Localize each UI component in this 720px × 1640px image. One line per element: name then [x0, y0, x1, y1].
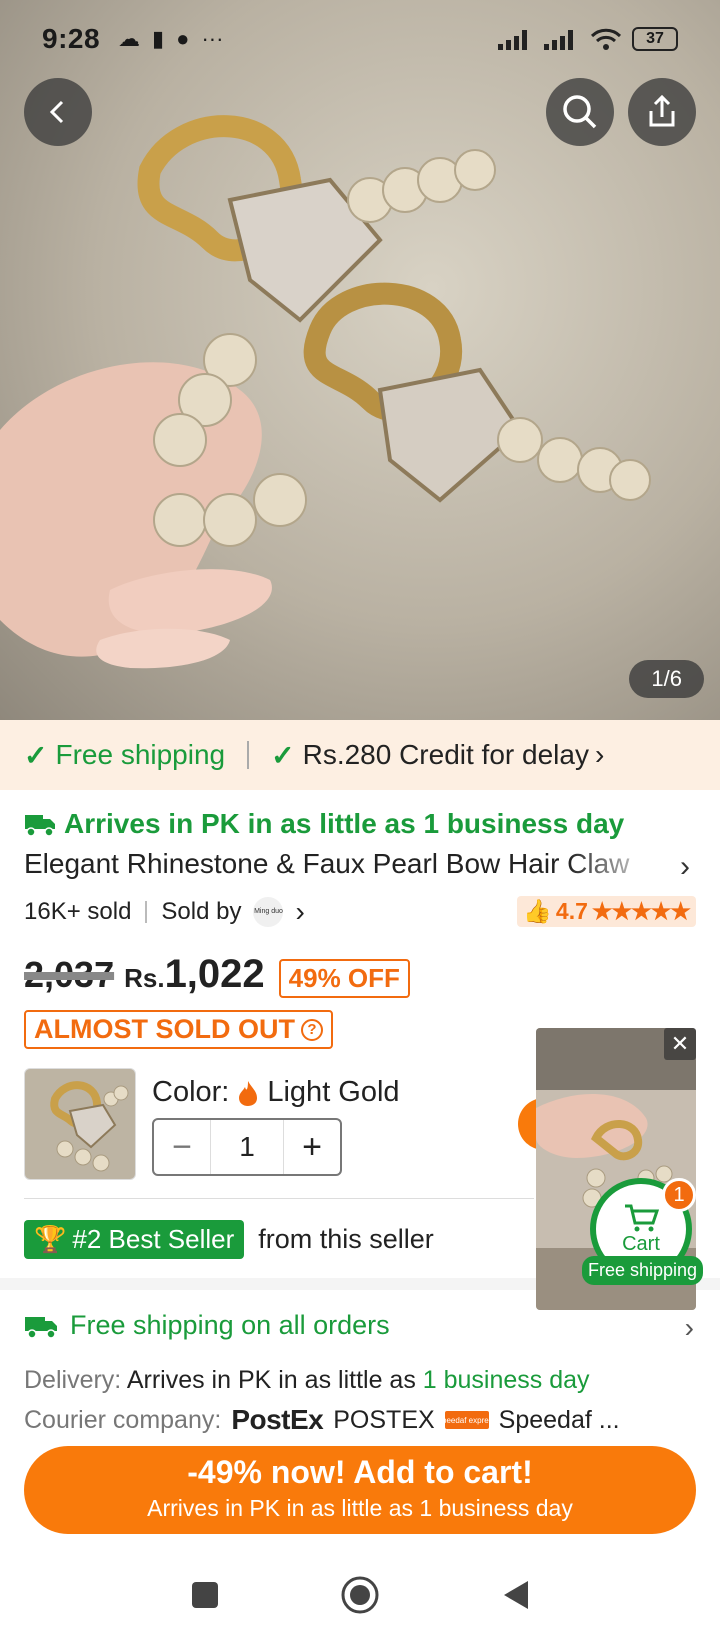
- sold-by-label: Sold by: [161, 898, 242, 925]
- sales-row: 16K+ sold Sold by Ming duo ›: [24, 896, 305, 928]
- flame-icon: [239, 1080, 258, 1106]
- quantity-stepper: − 1 +: [152, 1118, 342, 1176]
- add-to-cart-sublabel: Arrives in PK in as little as 1 business…: [147, 1495, 573, 1521]
- almost-sold-out-label: ALMOST SOLD OUT: [34, 1014, 295, 1044]
- courier-label: Courier company:: [24, 1405, 222, 1434]
- product-title[interactable]: Elegant Rhinestone & Faux Pearl Bow Hair…: [24, 848, 664, 880]
- system-nav-bar: [0, 1550, 720, 1640]
- snapchat-icon: ●: [176, 26, 190, 51]
- delivery-label: Delivery:: [24, 1366, 122, 1394]
- more-icon: ···: [201, 26, 224, 51]
- cell-signal-2-icon: [544, 30, 573, 50]
- check-icon: ✓: [271, 739, 295, 771]
- cart-free-shipping-badge: Free shipping: [582, 1256, 704, 1285]
- wifi-icon: [590, 28, 622, 50]
- cell-signal-icon: [498, 30, 527, 50]
- image-counter: 1/6: [629, 660, 704, 698]
- status-bar: 9:28 ☁ ▮ ● ··· 37: [0, 0, 720, 78]
- rating-badge[interactable]: 👍 4.7 ★★★★★: [517, 896, 696, 927]
- recent-apps-icon[interactable]: [190, 1580, 220, 1610]
- free-shipping-label: Free shipping: [55, 739, 226, 770]
- credit-label: Rs.280 Credit for delay: [302, 739, 589, 770]
- hair-claw-thumbnail: [50, 1081, 129, 1172]
- signal-icon: ▮: [152, 26, 165, 51]
- system-icons: 37: [498, 27, 678, 51]
- best-seller-suffix: from this seller: [258, 1224, 434, 1254]
- home-icon[interactable]: [340, 1575, 380, 1615]
- seller-logo[interactable]: Ming duo: [253, 897, 284, 927]
- chevron-right-icon[interactable]: ›: [680, 850, 690, 884]
- sale-price: 1,022: [164, 952, 265, 996]
- original-price: 2,037: [24, 954, 115, 995]
- quantity-value[interactable]: 1: [210, 1120, 284, 1174]
- truck-icon: [25, 1316, 57, 1339]
- cart-icon: [625, 1204, 659, 1231]
- discount-badge: 49% OFF: [278, 959, 410, 998]
- color-label: Color:: [152, 1076, 230, 1108]
- shipping-heading-text: Free shipping on all orders: [70, 1310, 390, 1340]
- cart-count-badge: 1: [662, 1178, 696, 1212]
- shipping-banner[interactable]: ✓ Free shipping ✓ Rs.280 Credit for dela…: [0, 720, 720, 790]
- almost-sold-out-badge[interactable]: ALMOST SOLD OUT ?: [24, 1010, 333, 1049]
- delivery-text: Arrives in PK in as little as: [126, 1366, 423, 1394]
- notification-icons: ☁ ▮ ● ···: [118, 26, 223, 52]
- search-icon: [563, 95, 597, 129]
- divider: [24, 1198, 534, 1199]
- star-rating: ★★★★★: [591, 898, 691, 924]
- variant-thumbnail[interactable]: [24, 1068, 136, 1180]
- best-seller-rank: #2 Best Seller: [72, 1224, 235, 1254]
- add-to-cart-button[interactable]: -49% now! Add to cart! Arrives in PK in …: [24, 1446, 696, 1534]
- color-selector: Color: Light Gold: [152, 1076, 400, 1109]
- price-row: 2,037 Rs. 1,022 49% OFF: [24, 952, 410, 998]
- postex-logo: PostEx: [231, 1404, 324, 1435]
- truck-icon: [25, 815, 55, 837]
- color-value: Light Gold: [267, 1076, 400, 1108]
- cloud-icon: ☁: [118, 26, 141, 51]
- shipping-heading[interactable]: Free shipping on all orders: [24, 1310, 390, 1341]
- back-button[interactable]: [24, 78, 92, 146]
- chevron-right-icon[interactable]: ›: [295, 896, 304, 928]
- chevron-left-icon: [49, 100, 64, 124]
- trophy-icon: 🏆: [34, 1224, 67, 1254]
- status-time: 9:28: [42, 23, 101, 54]
- courier-info: Courier company: PostEx POSTEX Speedaf e…: [24, 1404, 620, 1436]
- thumbs-up-icon: 👍: [523, 898, 552, 924]
- divider: [247, 741, 250, 769]
- share-button[interactable]: [628, 78, 696, 146]
- delivery-highlight: 1 business day: [422, 1366, 590, 1394]
- best-seller-badge: 🏆 #2 Best Seller: [24, 1220, 245, 1259]
- share-icon: [649, 94, 675, 127]
- sold-count: 16K+ sold: [24, 898, 132, 925]
- help-icon[interactable]: ?: [300, 1018, 323, 1041]
- back-nav-icon[interactable]: [500, 1579, 530, 1611]
- divider: [145, 901, 148, 923]
- chevron-right-icon: ›: [594, 739, 605, 770]
- search-button[interactable]: [546, 78, 614, 146]
- close-button[interactable]: ✕: [664, 1028, 696, 1060]
- best-seller-row[interactable]: 🏆 #2 Best Seller from this seller: [24, 1220, 434, 1259]
- courier-name-2: Speedaf ...: [498, 1405, 620, 1434]
- rating-value: 4.7: [555, 898, 588, 924]
- delivery-info: Delivery: Arrives in PK in as little as …: [24, 1366, 590, 1395]
- check-icon: ✓: [24, 739, 48, 771]
- courier-name-1: POSTEX: [333, 1405, 435, 1434]
- currency: Rs.: [124, 963, 165, 993]
- chevron-right-icon[interactable]: ›: [685, 1312, 694, 1344]
- speedaf-logo: Speedaf express: [437, 1411, 497, 1429]
- decrement-button[interactable]: −: [154, 1120, 210, 1174]
- add-to-cart-label: -49% now! Add to cart!: [187, 1454, 533, 1490]
- increment-button[interactable]: +: [284, 1120, 340, 1174]
- arrival-notice: Arrives in PK in as little as 1 business…: [24, 808, 624, 840]
- battery-icon: 37: [632, 27, 678, 51]
- cart-label: Cart: [622, 1232, 660, 1255]
- arrival-text: Arrives in PK in as little as 1 business…: [64, 808, 625, 839]
